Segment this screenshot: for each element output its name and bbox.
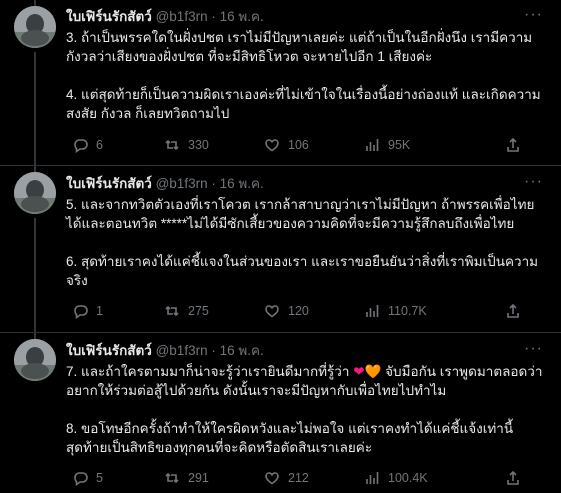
more-options-icon[interactable]: ···	[524, 341, 543, 357]
view-count: 100.4K	[388, 471, 428, 485]
tweet-date[interactable]: 16 พ.ค.	[220, 9, 264, 24]
tweet-header: ใบเฟิร์นรักสัตว์ @b1f3rn · 16 พ.ค. ···	[66, 341, 547, 361]
tweet-actions: 1 275 120 110.7K	[66, 302, 547, 320]
like-button[interactable]: 120	[264, 302, 309, 320]
tweet-actions: 6 330 106 95K	[66, 136, 547, 154]
reply-count: 6	[96, 138, 103, 152]
reply-count: 1	[96, 304, 103, 318]
tweet[interactable]: ใบเฟิร์นรักสัตว์ @b1f3rn · 16 พ.ค. ··· 7…	[0, 333, 561, 493]
share-icon	[507, 304, 519, 318]
author-name[interactable]: ใบเฟิร์นรักสัตว์	[66, 9, 152, 24]
tweet-date[interactable]: 16 พ.ค.	[220, 343, 264, 358]
avatar-image	[14, 6, 56, 48]
tweet-paragraph: 6. สุดท้ายเราคงได้แค่ชี้แจงในส่วนของเรา …	[66, 254, 539, 288]
tweet-text: 3. ถ้าเป็นพรรคใดในฝั่งปชต เราไม่มีปัญหาเ…	[66, 28, 547, 123]
tweet-header: ใบเฟิร์นรักสัตว์ @b1f3rn · 16 พ.ค. ···	[66, 7, 547, 27]
retweet-icon	[165, 473, 179, 483]
share-button[interactable]	[505, 469, 521, 487]
author-name[interactable]: ใบเฟิร์นรักสัตว์	[66, 176, 152, 191]
views-icon	[366, 304, 379, 318]
more-options-icon[interactable]: ···	[524, 7, 543, 23]
retweet-count: 330	[188, 138, 209, 152]
views-button[interactable]: 100.4K	[364, 469, 428, 487]
author-handle[interactable]: @b1f3rn	[156, 9, 208, 24]
retweet-count: 275	[188, 304, 209, 318]
view-count: 110.7K	[388, 304, 427, 318]
view-count: 95K	[388, 138, 411, 152]
like-button[interactable]: 106	[264, 136, 309, 154]
heart-icon	[265, 139, 279, 152]
orange-heart-emoji: 🧡	[364, 364, 382, 379]
views-icon	[366, 138, 379, 152]
heart-icon	[265, 305, 279, 318]
red-heart-emoji: ❤	[353, 364, 365, 379]
share-button[interactable]	[505, 136, 521, 154]
avatar-image	[14, 339, 56, 381]
retweet-icon	[165, 306, 179, 316]
like-count: 212	[288, 471, 309, 485]
retweet-button[interactable]: 291	[164, 469, 209, 487]
share-icon	[507, 471, 519, 485]
tweet-paragraph: 3. ถ้าเป็นพรรคใดในฝั่งปชต เราไม่มีปัญหาเ…	[66, 30, 533, 64]
separator-dot: ·	[211, 9, 216, 24]
author-name[interactable]: ใบเฟิร์นรักสัตว์	[66, 343, 152, 358]
retweet-count: 291	[188, 471, 209, 485]
reply-button[interactable]: 5	[72, 469, 103, 487]
reply-button[interactable]: 6	[72, 136, 103, 154]
tweet-date[interactable]: 16 พ.ค.	[220, 176, 264, 191]
avatar-image	[14, 172, 56, 214]
views-icon	[366, 471, 379, 485]
reply-button[interactable]: 1	[72, 302, 103, 320]
avatar[interactable]	[14, 339, 56, 381]
tweet-actions: 5 291 212 100.4K	[66, 469, 547, 487]
thread-connector	[34, 218, 36, 332]
separator-dot: ·	[211, 343, 216, 358]
avatar[interactable]	[14, 6, 56, 48]
reply-icon	[74, 139, 88, 153]
like-count: 120	[288, 304, 309, 318]
share-icon	[507, 138, 519, 152]
tweet-paragraph: 5. และจากทวิตตัวเองที่เราโควต เรากล้าสาบ…	[66, 197, 535, 231]
author-handle[interactable]: @b1f3rn	[156, 176, 208, 191]
tweet-text: 5. และจากทวิตตัวเองที่เราโควต เรากล้าสาบ…	[66, 195, 547, 290]
tweet[interactable]: ใบเฟิร์นรักสัตว์ @b1f3rn · 16 พ.ค. ··· 3…	[0, 0, 561, 165]
author-handle[interactable]: @b1f3rn	[156, 343, 208, 358]
tweet-header: ใบเฟิร์นรักสัตว์ @b1f3rn · 16 พ.ค. ···	[66, 174, 547, 194]
tweet-paragraph: 8. ขอโทษอีกครั้งถ้าทำให้ใครผิดหวังและไม่…	[66, 421, 514, 455]
avatar[interactable]	[14, 172, 56, 214]
reply-icon	[74, 472, 88, 486]
retweet-button[interactable]: 330	[164, 136, 209, 154]
tweet[interactable]: ใบเฟิร์นรักสัตว์ @b1f3rn · 16 พ.ค. ··· 5…	[0, 166, 561, 332]
heart-icon	[265, 472, 279, 485]
tweet-text: 7. และถ้าใครตามมาก็น่าจะรู้ว่าเรายินดีมา…	[66, 362, 547, 457]
separator-dot: ·	[211, 176, 216, 191]
retweet-button[interactable]: 275	[164, 302, 209, 320]
share-button[interactable]	[505, 302, 521, 320]
tweet-paragraph: 4. แต่สุดท้ายก็เป็นความผิดเราเองค่ะที่ไม…	[66, 87, 541, 121]
like-count: 106	[288, 138, 309, 152]
tweet-text-segment: 7. และถ้าใครตามมาก็น่าจะรู้ว่าเรายินดีมา…	[66, 364, 354, 379]
reply-icon	[74, 305, 88, 319]
views-button[interactable]: 110.7K	[364, 302, 427, 320]
retweet-icon	[165, 140, 179, 150]
like-button[interactable]: 212	[264, 469, 309, 487]
views-button[interactable]: 95K	[364, 136, 410, 154]
more-options-icon[interactable]: ···	[524, 174, 543, 190]
tweet-paragraph: 7. และถ้าใครตามมาก็น่าจะรู้ว่าเรายินดีมา…	[66, 362, 547, 400]
reply-count: 5	[96, 471, 103, 485]
thread-connector	[34, 52, 36, 165]
